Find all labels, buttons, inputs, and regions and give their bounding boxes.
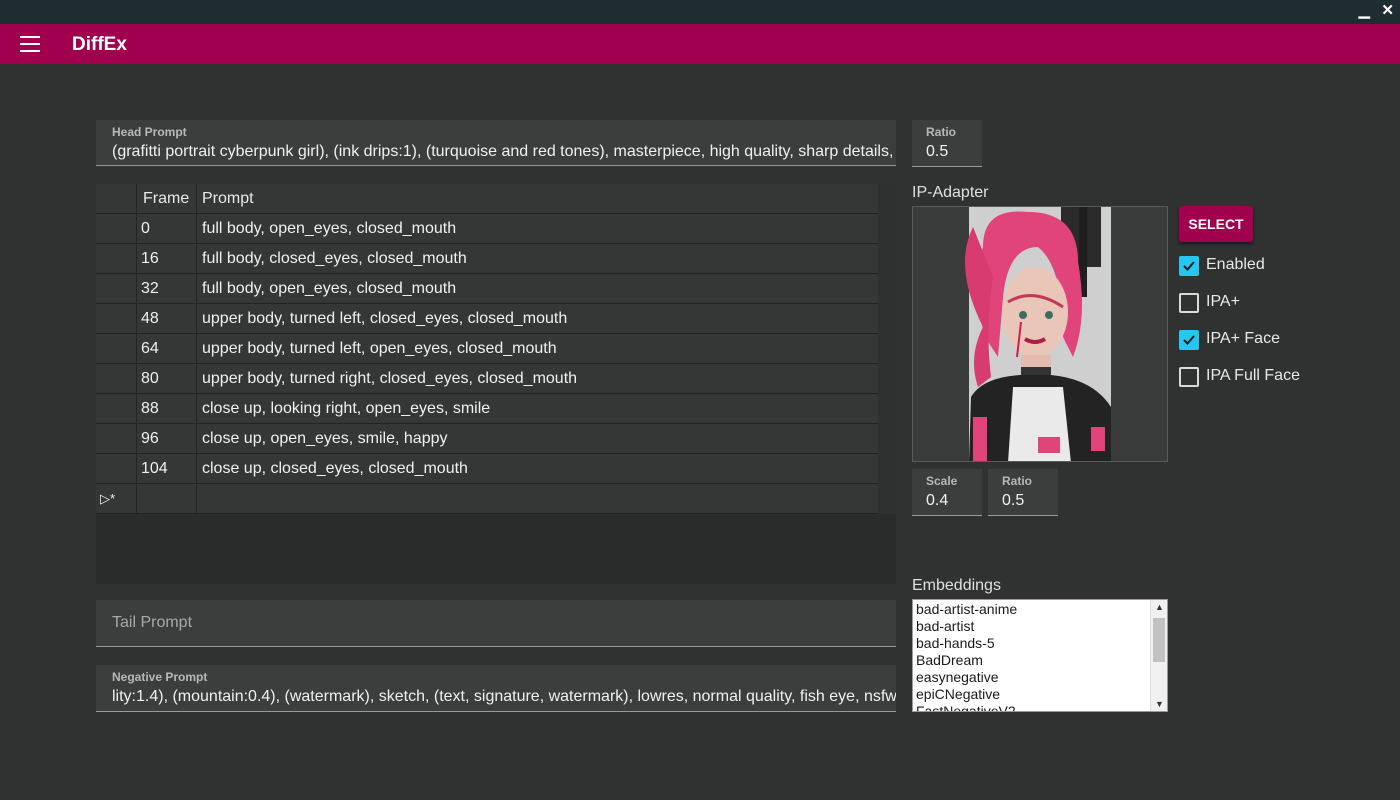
prompt-cell[interactable]: close up, open_eyes, smile, happy [197, 424, 878, 454]
frame-prompt-grid[interactable]: Frame Prompt 0 full body, open_eyes, clos… [96, 184, 896, 584]
embedding-list-item[interactable]: FastNegativeV2 [916, 703, 1017, 711]
head-prompt-field[interactable]: Head Prompt (grafitti portrait cyberpunk… [96, 120, 896, 166]
frame-cell[interactable]: 16 [137, 244, 197, 274]
row-selector[interactable] [96, 424, 137, 454]
ip-adapter-image [912, 206, 1168, 462]
tail-prompt-placeholder: Tail Prompt [112, 614, 193, 631]
head-ratio-field[interactable]: Ratio 0.5 [912, 120, 982, 167]
ipa-scale-label: Scale [926, 474, 958, 488]
ipa-scale-value[interactable]: 0.4 [926, 492, 948, 510]
embedding-list-item[interactable]: BadDream [916, 652, 1017, 669]
tail-prompt-field[interactable]: Tail Prompt [96, 600, 896, 647]
row-selector[interactable] [96, 334, 137, 364]
grid-row[interactable]: 88 close up, looking right, open_eyes, sm… [96, 394, 878, 424]
embedding-list-item[interactable]: bad-artist-anime [916, 601, 1017, 618]
embeddings-listbox[interactable]: bad-artist-anime bad-artist bad-hands-5 Bad… [912, 599, 1168, 712]
minimize-button[interactable]: ▁ [1358, 2, 1370, 20]
ipa-scale-field[interactable]: Scale 0.4 [912, 469, 982, 516]
column-header-prompt[interactable]: Prompt [197, 184, 878, 214]
frame-cell[interactable]: 88 [137, 394, 197, 424]
new-row-prompt-cell[interactable] [197, 484, 878, 514]
enabled-checkbox-box[interactable] [1179, 256, 1199, 276]
frame-cell[interactable]: 104 [137, 454, 197, 484]
frame-cell[interactable]: 64 [137, 334, 197, 364]
negative-prompt-field[interactable]: Negative Prompt lity:1.4), (mountain:0.4… [96, 665, 896, 712]
scrollbar-thumb[interactable] [1153, 618, 1165, 662]
new-row-frame-cell[interactable] [137, 484, 197, 514]
enabled-checkbox-label: Enabled [1206, 256, 1265, 273]
prompt-cell[interactable]: upper body, turned left, closed_eyes, cl… [197, 304, 878, 334]
ipa-plus-checkbox-label: IPA+ [1206, 293, 1240, 310]
head-ratio-value[interactable]: 0.5 [926, 143, 948, 161]
row-selector[interactable] [96, 304, 137, 334]
close-window-button[interactable]: ✕ [1381, 2, 1394, 20]
grid-header-row: Frame Prompt [96, 184, 878, 214]
row-selector[interactable] [96, 454, 137, 484]
embeddings-title: Embeddings [912, 577, 1001, 594]
embedding-list-item[interactable]: epiCNegative [916, 686, 1017, 703]
prompt-cell[interactable]: full body, open_eyes, closed_mouth [197, 274, 878, 304]
ip-adapter-title: IP-Adapter [912, 184, 989, 201]
embedding-list-item[interactable]: bad-hands-5 [916, 635, 1017, 652]
ipa-plus-face-checkbox-label: IPA+ Face [1206, 330, 1280, 347]
ipa-ratio-field[interactable]: Ratio 0.5 [988, 469, 1058, 516]
scroll-down-arrow-icon[interactable]: ▼ [1155, 699, 1164, 709]
row-selector[interactable] [96, 214, 137, 244]
grid-scrollbar-track[interactable] [878, 184, 896, 514]
embeddings-scrollbar[interactable]: ▲ ▼ [1150, 600, 1167, 711]
head-prompt-label: Head Prompt [112, 125, 187, 139]
ipa-plus-face-checkbox-box[interactable] [1179, 330, 1199, 350]
select-image-button[interactable]: SELECT [1179, 206, 1253, 242]
grid-row[interactable]: 64 upper body, turned left, open_eyes, cl… [96, 334, 878, 364]
grid-new-row[interactable]: ▷* [96, 484, 878, 514]
prompt-cell[interactable]: upper body, turned right, closed_eyes, c… [197, 364, 878, 394]
prompt-cell[interactable]: close up, closed_eyes, closed_mouth [197, 454, 878, 484]
ipa-plus-checkbox[interactable]: IPA+ [1179, 292, 1299, 314]
frame-cell[interactable]: 96 [137, 424, 197, 454]
grid-row[interactable]: 16 full body, closed_eyes, closed_mouth [96, 244, 878, 274]
row-selector[interactable] [96, 274, 137, 304]
head-prompt-value[interactable]: (grafitti portrait cyberpunk girl), (ink… [112, 143, 893, 161]
row-selector[interactable] [96, 244, 137, 274]
row-selector[interactable] [96, 394, 137, 424]
app-title: DiffEx [72, 34, 127, 55]
app-bar: DiffEx [0, 24, 1400, 64]
prompt-cell[interactable]: full body, open_eyes, closed_mouth [197, 214, 878, 244]
ipa-plus-face-checkbox[interactable]: IPA+ Face [1179, 329, 1299, 351]
negative-prompt-value[interactable]: lity:1.4), (mountain:0.4), (watermark), … [112, 688, 896, 706]
frame-cell[interactable]: 80 [137, 364, 197, 394]
grid-row[interactable]: 104 close up, closed_eyes, closed_mouth [96, 454, 878, 484]
checkmark-icon [1183, 335, 1195, 345]
ipa-full-face-checkbox-label: IPA Full Face [1206, 367, 1300, 384]
ipa-ratio-label: Ratio [1002, 474, 1032, 488]
frame-cell[interactable]: 48 [137, 304, 197, 334]
grid-row[interactable]: 96 close up, open_eyes, smile, happy [96, 424, 878, 454]
hamburger-menu-icon[interactable] [20, 36, 40, 52]
window-titlebar: ▁ ✕ [0, 0, 1400, 24]
prompt-cell[interactable]: full body, closed_eyes, closed_mouth [197, 244, 878, 274]
new-row-icon: ▷* [96, 484, 137, 514]
ipa-ratio-value[interactable]: 0.5 [1002, 492, 1024, 510]
prompt-cell[interactable]: close up, looking right, open_eyes, smil… [197, 394, 878, 424]
frame-cell[interactable]: 32 [137, 274, 197, 304]
head-ratio-label: Ratio [926, 125, 956, 139]
row-header-corner [96, 184, 137, 214]
negative-prompt-label: Negative Prompt [112, 670, 208, 684]
grid-row[interactable]: 0 full body, open_eyes, closed_mouth [96, 214, 878, 244]
grid-row[interactable]: 80 upper body, turned right, closed_eyes,… [96, 364, 878, 394]
prompt-cell[interactable]: upper body, turned left, open_eyes, clos… [197, 334, 878, 364]
ipa-full-face-checkbox[interactable]: IPA Full Face [1179, 366, 1319, 388]
ipa-full-face-checkbox-box[interactable] [1179, 367, 1199, 387]
embedding-list-item[interactable]: bad-artist [916, 618, 1017, 635]
scroll-up-arrow-icon[interactable]: ▲ [1155, 602, 1164, 612]
enabled-checkbox[interactable]: Enabled [1179, 255, 1299, 277]
grid-row[interactable]: 48 upper body, turned left, closed_eyes, … [96, 304, 878, 334]
embedding-list-item[interactable]: easynegative [916, 669, 1017, 686]
column-header-frame[interactable]: Frame [137, 184, 197, 214]
row-selector[interactable] [96, 364, 137, 394]
grid-row[interactable]: 32 full body, open_eyes, closed_mouth [96, 274, 878, 304]
frame-cell[interactable]: 0 [137, 214, 197, 244]
checkmark-icon [1183, 261, 1195, 271]
ipa-plus-checkbox-box[interactable] [1179, 293, 1199, 313]
